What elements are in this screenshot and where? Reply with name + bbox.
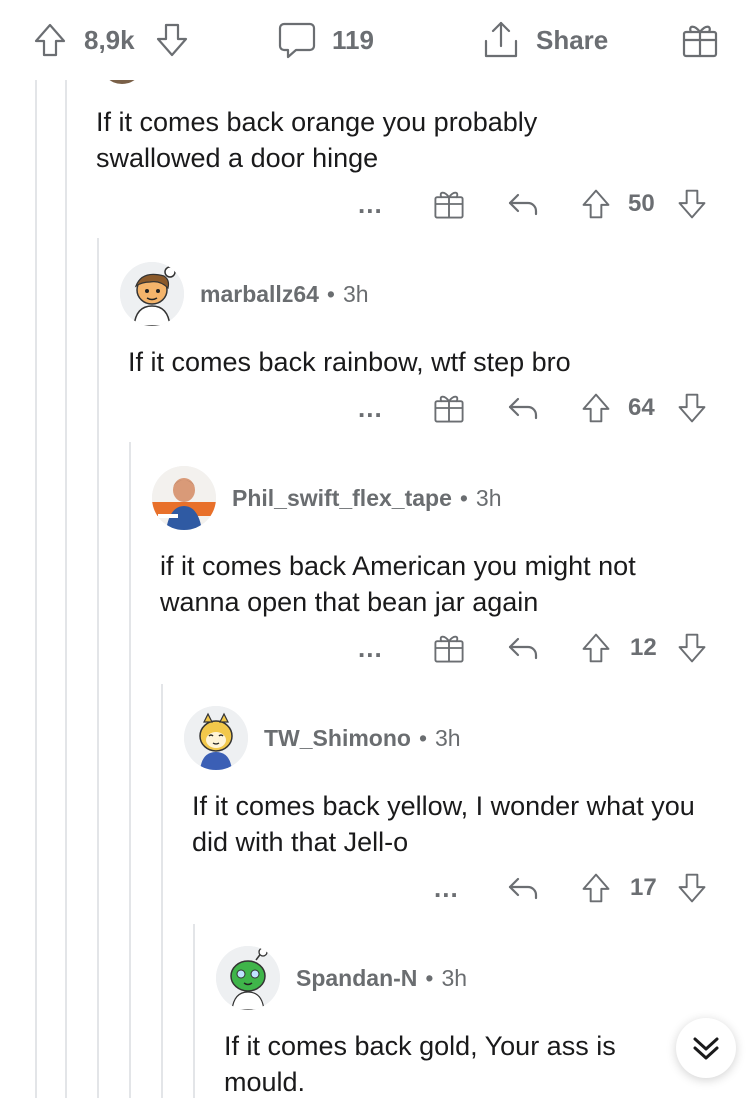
- comment-header: TW_Shimono • 3h: [184, 706, 461, 770]
- post-score: 8,9k: [84, 24, 135, 55]
- award-button[interactable]: [432, 388, 466, 428]
- comment-body: If it comes back gold, Your ass is mould…: [224, 1031, 616, 1097]
- avatar[interactable]: [184, 706, 248, 770]
- comment-age: 3h: [441, 964, 468, 991]
- comment-age: 3h: [475, 484, 502, 511]
- separator: •: [459, 484, 468, 511]
- arrow-up-icon: [34, 23, 66, 57]
- comment-count: 119: [332, 24, 374, 55]
- comment-age: 3h: [342, 280, 369, 307]
- upvote-button[interactable]: [580, 184, 612, 224]
- double-chevron-down-icon: [693, 1037, 719, 1060]
- avatar[interactable]: [152, 466, 216, 530]
- reply-button[interactable]: [506, 628, 540, 668]
- more-options-button[interactable]: ...: [358, 628, 383, 668]
- post-action-bar: 8,9k 119 Share: [0, 0, 750, 80]
- post-upvote-button[interactable]: [32, 20, 68, 60]
- reply-button[interactable]: [506, 388, 540, 428]
- comment-author[interactable]: Phil_swift_flex_tape: [232, 485, 452, 512]
- arrow-down-icon: [678, 393, 706, 423]
- gift-icon: [434, 635, 464, 663]
- vote-count: 50: [628, 190, 655, 217]
- comment-body: If it comes back orange you probably swa…: [96, 107, 538, 173]
- reply-button[interactable]: [506, 868, 540, 908]
- downvote-button[interactable]: [676, 868, 708, 908]
- more-options-button[interactable]: ...: [434, 868, 459, 908]
- award-button[interactable]: [432, 628, 466, 668]
- more-options-button[interactable]: ...: [358, 184, 383, 224]
- arrow-up-icon: [582, 873, 610, 903]
- post-downvote-button[interactable]: [154, 20, 190, 60]
- comment-body: if it comes back American you might not …: [160, 551, 636, 617]
- post-award-button[interactable]: [680, 20, 720, 60]
- downvote-button[interactable]: [676, 628, 708, 668]
- arrow-down-icon: [678, 633, 706, 663]
- separator: •: [425, 964, 434, 991]
- comment-header: Spandan-N • 3h: [216, 946, 467, 1010]
- thread-line[interactable]: [97, 238, 99, 1098]
- more-options-button[interactable]: ...: [358, 388, 383, 428]
- comment-header: marballz64 • 3h: [120, 262, 369, 326]
- gift-icon: [682, 25, 718, 58]
- comment-actions: ... 64: [340, 388, 720, 428]
- vote-count: 17: [630, 874, 657, 901]
- arrow-down-icon: [156, 23, 188, 57]
- arrow-up-icon: [582, 393, 610, 423]
- comment-age: 3h: [435, 724, 461, 751]
- thread-line[interactable]: [129, 442, 131, 1098]
- comment-body: If it comes back rainbow, wtf step bro: [128, 347, 571, 377]
- upvote-button[interactable]: [580, 388, 612, 428]
- comment-actions: ... 17: [340, 868, 720, 908]
- reply-arrow-icon: [508, 637, 538, 660]
- thread-line[interactable]: [161, 684, 163, 1098]
- comment-body: If it comes back yellow, I wonder what y…: [192, 791, 695, 857]
- vote-count: 64: [628, 394, 655, 421]
- upvote-button[interactable]: [580, 868, 612, 908]
- comment-author[interactable]: Spandan-N: [296, 965, 417, 992]
- thread-line[interactable]: [65, 80, 67, 1098]
- comment-actions: ... 50: [340, 184, 720, 224]
- gift-icon: [434, 395, 464, 423]
- downvote-button[interactable]: [676, 184, 708, 224]
- separator: •: [418, 724, 427, 751]
- gift-icon: [434, 191, 464, 219]
- share-label: Share: [536, 24, 609, 55]
- reply-arrow-icon: [508, 193, 538, 216]
- avatar[interactable]: [216, 946, 280, 1010]
- share-button[interactable]: Share: [480, 20, 608, 60]
- vote-count: 12: [630, 634, 657, 661]
- reply-arrow-icon: [508, 877, 538, 900]
- speech-bubble-icon: [278, 22, 316, 59]
- reply-arrow-icon: [508, 397, 538, 420]
- upvote-button[interactable]: [580, 628, 612, 668]
- arrow-down-icon: [678, 873, 706, 903]
- award-button[interactable]: [432, 184, 466, 224]
- downvote-button[interactable]: [676, 388, 708, 428]
- reply-button[interactable]: [506, 184, 540, 224]
- arrow-up-icon: [582, 189, 610, 219]
- scroll-down-button[interactable]: [676, 1018, 736, 1078]
- arrow-down-icon: [678, 189, 706, 219]
- avatar[interactable]: [120, 262, 184, 326]
- thread-line[interactable]: [35, 80, 37, 1098]
- arrow-up-icon: [582, 633, 610, 663]
- separator: •: [326, 280, 335, 307]
- comment-header: Phil_swift_flex_tape • 3h: [152, 466, 502, 530]
- comment-author[interactable]: TW_Shimono: [264, 725, 411, 752]
- post-comments-button[interactable]: 119: [276, 20, 374, 60]
- thread-line[interactable]: [193, 924, 195, 1098]
- comment-actions: ... 12: [340, 628, 720, 668]
- comment-author[interactable]: marballz64: [200, 281, 319, 308]
- share-icon: [484, 21, 518, 58]
